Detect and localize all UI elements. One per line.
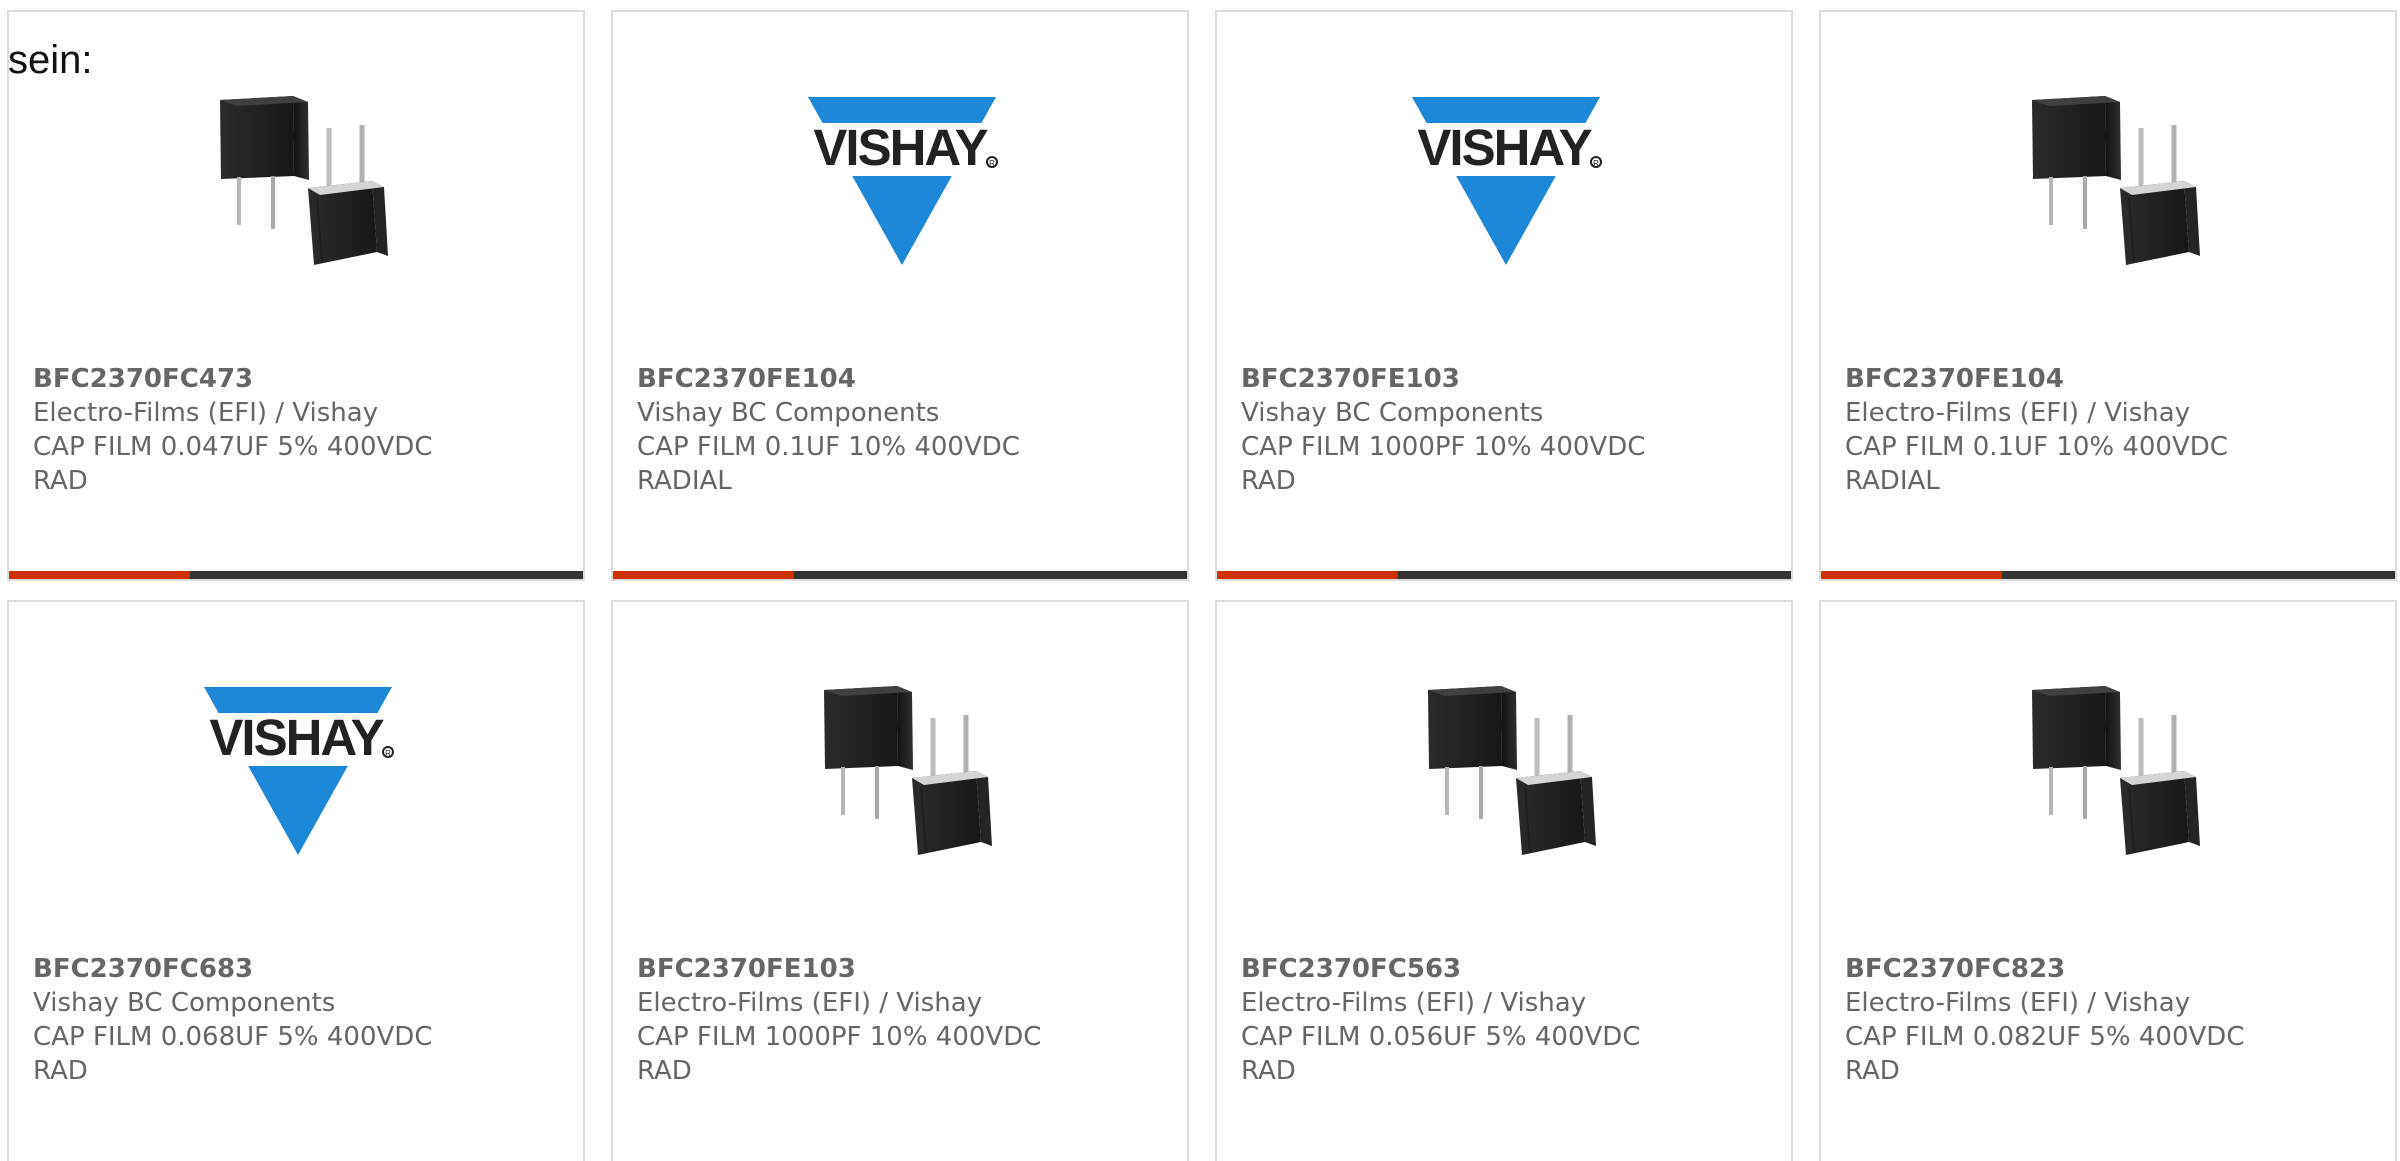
- package-type: RAD: [33, 1056, 88, 1086]
- part-number[interactable]: BFC2370FE104: [1845, 362, 2373, 396]
- capacitor-product-image[interactable]: [2008, 82, 2208, 282]
- capacitor-product-image[interactable]: [196, 82, 396, 282]
- manufacturer-name: Electro-Films (EFI) / Vishay: [1845, 988, 2191, 1018]
- part-number[interactable]: BFC2370FC563: [1241, 952, 1769, 986]
- product-grid-page: sein: BFC2370FC473 Electro-Films (EFI) /…: [0, 0, 2400, 1161]
- package-type: RAD: [1241, 466, 1296, 496]
- part-number[interactable]: BFC2370FE104: [637, 362, 1165, 396]
- part-number[interactable]: BFC2370FC473: [33, 362, 561, 396]
- product-description: CAP FILM 1000PF 10% 400VDC: [1241, 432, 1646, 462]
- package-type: RAD: [33, 466, 88, 496]
- card-progress-fill: [1821, 571, 2002, 579]
- package-type: RAD: [1845, 1056, 1900, 1086]
- product-description: CAP FILM 0.047UF 5% 400VDC: [33, 432, 433, 462]
- manufacturer-name: Electro-Films (EFI) / Vishay: [1241, 988, 1587, 1018]
- svg-text:VISHAY: VISHAY: [209, 709, 384, 766]
- svg-text:R: R: [989, 159, 995, 168]
- vishay-logo[interactable]: VISHAY R: [196, 672, 396, 872]
- manufacturer-name: Vishay BC Components: [33, 988, 336, 1018]
- manufacturer-name: Electro-Films (EFI) / Vishay: [33, 398, 379, 428]
- svg-text:VISHAY: VISHAY: [813, 119, 988, 176]
- product-card[interactable]: BFC2370FE104 Electro-Films (EFI) / Vishay…: [1819, 10, 2397, 581]
- svg-text:R: R: [1593, 159, 1599, 168]
- svg-text:R: R: [385, 749, 391, 758]
- capacitor-product-image[interactable]: [1404, 672, 1604, 872]
- product-card[interactable]: BFC2370FC473 Electro-Films (EFI) / Vishay…: [7, 10, 585, 581]
- product-card-details: BFC2370FC563 Electro-Films (EFI) / Vishay…: [1241, 952, 1769, 1088]
- capacitor-product-image[interactable]: [800, 672, 1000, 872]
- svg-text:VISHAY: VISHAY: [1417, 119, 1592, 176]
- package-type: RADIAL: [1845, 466, 1940, 496]
- package-type: RAD: [1241, 1056, 1296, 1086]
- product-card[interactable]: BFC2370FC823 Electro-Films (EFI) / Vishay…: [1819, 600, 2397, 1161]
- card-progress-fill: [9, 571, 190, 579]
- product-card-details: BFC2370FC823 Electro-Films (EFI) / Vishay…: [1845, 952, 2373, 1088]
- card-progress-bar: [1821, 571, 2395, 579]
- package-type: RADIAL: [637, 466, 732, 496]
- card-progress-bar: [1217, 571, 1791, 579]
- product-card-details: BFC2370FE103 Electro-Films (EFI) / Vishay…: [637, 952, 1165, 1088]
- product-card[interactable]: BFC2370FC563 Electro-Films (EFI) / Vishay…: [1215, 600, 1793, 1161]
- product-description: CAP FILM 0.082UF 5% 400VDC: [1845, 1022, 2245, 1052]
- vishay-logo[interactable]: VISHAY R: [800, 82, 1000, 282]
- product-card-details: BFC2370FC473 Electro-Films (EFI) / Vishay…: [33, 362, 561, 498]
- intro-text: sein:: [8, 38, 93, 82]
- package-type: RAD: [637, 1056, 692, 1086]
- product-card[interactable]: VISHAY R BFC2370FE104 Vishay BC Component…: [611, 10, 1189, 581]
- product-description: CAP FILM 0.056UF 5% 400VDC: [1241, 1022, 1641, 1052]
- part-number[interactable]: BFC2370FC683: [33, 952, 561, 986]
- product-card[interactable]: VISHAY R BFC2370FE103 Vishay BC Component…: [1215, 10, 1793, 581]
- card-progress-fill: [1217, 571, 1398, 579]
- manufacturer-name: Electro-Films (EFI) / Vishay: [1845, 398, 2191, 428]
- card-progress-fill: [613, 571, 794, 579]
- product-card[interactable]: VISHAY R BFC2370FC683 Vishay BC Component…: [7, 600, 585, 1161]
- card-progress-bar: [9, 571, 583, 579]
- part-number[interactable]: BFC2370FC823: [1845, 952, 2373, 986]
- vishay-logo[interactable]: VISHAY R: [1404, 82, 1604, 282]
- capacitor-product-image[interactable]: [2008, 672, 2208, 872]
- product-card-details: BFC2370FE103 Vishay BC Components CAP FILM…: [1241, 362, 1769, 498]
- product-description: CAP FILM 1000PF 10% 400VDC: [637, 1022, 1042, 1052]
- product-description: CAP FILM 0.1UF 10% 400VDC: [637, 432, 1020, 462]
- product-card[interactable]: BFC2370FE103 Electro-Films (EFI) / Vishay…: [611, 600, 1189, 1161]
- product-card-details: BFC2370FE104 Vishay BC Components CAP FILM…: [637, 362, 1165, 498]
- part-number[interactable]: BFC2370FE103: [1241, 362, 1769, 396]
- part-number[interactable]: BFC2370FE103: [637, 952, 1165, 986]
- manufacturer-name: Vishay BC Components: [1241, 398, 1544, 428]
- product-card-details: BFC2370FE104 Electro-Films (EFI) / Vishay…: [1845, 362, 2373, 498]
- product-card-details: BFC2370FC683 Vishay BC Components CAP FILM…: [33, 952, 561, 1088]
- product-description: CAP FILM 0.068UF 5% 400VDC: [33, 1022, 433, 1052]
- product-description: CAP FILM 0.1UF 10% 400VDC: [1845, 432, 2228, 462]
- manufacturer-name: Vishay BC Components: [637, 398, 940, 428]
- card-progress-bar: [613, 571, 1187, 579]
- manufacturer-name: Electro-Films (EFI) / Vishay: [637, 988, 983, 1018]
